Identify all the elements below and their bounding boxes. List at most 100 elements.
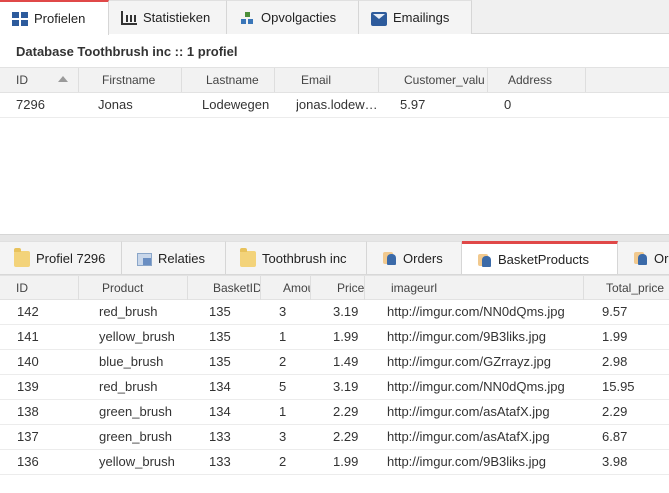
cell-email: jonas.lodew… (296, 97, 378, 112)
cell-product: yellow_brush (99, 329, 175, 344)
folder-icon (14, 248, 30, 267)
column-header-address[interactable]: Address (488, 68, 586, 92)
panel-splitter[interactable] (0, 234, 669, 241)
tab-emailings[interactable]: Emailings (359, 0, 472, 34)
column-header-basketid[interactable]: BasketID (188, 276, 261, 300)
basket-grid-header: ID Product BasketID Amou Price imageurl … (0, 275, 669, 300)
cell-product: blue_brush (99, 354, 164, 369)
cell-imageurl: http://imgur.com/9B3liks.jpg (387, 329, 546, 344)
tab-profielen[interactable]: Profielen (0, 0, 109, 35)
table-row[interactable]: 140 blue_brush 135 2 1.49 http://imgur.com/GZ… (0, 350, 669, 375)
cell-amount: 1 (279, 404, 287, 419)
top-tab-bar: Profielen Statistieken Opvolgacties Emai… (0, 0, 669, 35)
cell-price: 3.19 (333, 379, 359, 394)
cell-basketid: 134 (209, 379, 231, 394)
cell-amount: 3 (279, 429, 287, 444)
cell-basketid: 135 (209, 304, 231, 319)
table-row[interactable]: 138 green_brush 134 1 2.29 http://imgur.com/a… (0, 400, 669, 425)
table-row[interactable]: 136 yellow_brush 133 2 1.99 http://imgur.com/… (0, 450, 669, 475)
cell-address: 0 (504, 97, 512, 112)
cell-total-price: 2.29 (602, 404, 628, 419)
cell-imageurl: http://imgur.com/9B3liks.jpg (387, 454, 546, 469)
column-header-lastname[interactable]: Lastname (182, 68, 275, 92)
table-row[interactable]: 141 yellow_brush 135 1 1.99 http://imgur.com/… (0, 325, 669, 350)
column-header-imageurl[interactable]: imageurl (365, 276, 584, 300)
column-header-id[interactable]: ID (0, 276, 79, 300)
table-row[interactable]: 139 red_brush 134 5 3.19 http://imgur.com/NN0… (0, 375, 669, 400)
cell-amount: 3 (279, 304, 287, 319)
cell-price: 2.29 (333, 429, 359, 444)
grid-icon (12, 11, 28, 26)
table-row[interactable]: 137 green_brush 133 3 2.29 http://imgur.com/a… (0, 425, 669, 450)
detail-tab-bar: Profiel 7296 Relaties Toothbrush inc Ord… (0, 241, 669, 275)
cell-id: 140 (17, 354, 39, 369)
cell-total-price: 9.57 (602, 304, 628, 319)
column-header-email[interactable]: Email (275, 68, 379, 92)
cell-product: green_brush (99, 404, 172, 419)
cell-total-price: 3.98 (602, 454, 628, 469)
cell-amount: 2 (279, 354, 287, 369)
tab-statistieken[interactable]: Statistieken (109, 0, 227, 34)
tab-opvolgacties[interactable]: Opvolgacties (227, 0, 359, 34)
relations-icon (136, 250, 152, 266)
tab-toothbrush-inc[interactable]: Toothbrush inc (226, 241, 367, 274)
tab-label: Opvolgacties (261, 10, 337, 25)
table-row[interactable]: 142 red_brush 135 3 3.19 http://imgur.com/NN0… (0, 300, 669, 325)
table-row[interactable]: 7296 Jonas Lodewegen jonas.lodew… 5.97 0 (0, 93, 669, 118)
cell-amount: 5 (279, 379, 287, 394)
tab-label: Statistieken (143, 10, 211, 25)
chart-icon (121, 10, 137, 25)
column-header-price[interactable]: Price (311, 276, 365, 300)
mail-icon (371, 11, 387, 26)
cell-basketid: 133 (209, 429, 231, 444)
cell-basketid: 135 (209, 354, 231, 369)
cell-basketid: 135 (209, 329, 231, 344)
cell-product: yellow_brush (99, 454, 175, 469)
cell-product: red_brush (99, 304, 158, 319)
tab-orders[interactable]: Orders (367, 241, 462, 274)
cell-imageurl: http://imgur.com/asAtafX.jpg (387, 404, 550, 419)
cell-price: 2.29 (333, 404, 359, 419)
cell-price: 1.49 (333, 354, 359, 369)
cell-product: red_brush (99, 379, 158, 394)
cell-customer-value: 5.97 (400, 97, 426, 112)
tab-relaties[interactable]: Relaties (122, 241, 226, 274)
column-header-id[interactable]: ID (0, 68, 79, 92)
cell-amount: 1 (279, 329, 287, 344)
cell-imageurl: http://imgur.com/asAtafX.jpg (387, 429, 550, 444)
column-header-customer-value[interactable]: Customer_valu (379, 68, 488, 92)
tab-profiel[interactable]: Profiel 7296 (0, 241, 122, 274)
database-title: Database Toothbrush inc :: 1 profiel (16, 44, 238, 59)
cell-amount: 2 (279, 454, 287, 469)
cell-imageurl: http://imgur.com/GZrrayz.jpg (387, 354, 551, 369)
cell-id: 138 (17, 404, 39, 419)
tab-basketproducts[interactable]: BasketProducts (462, 241, 618, 274)
cell-basketid: 134 (209, 404, 231, 419)
column-header-product[interactable]: Product (79, 276, 188, 300)
person-icon (381, 250, 397, 266)
cell-total-price: 1.99 (602, 329, 628, 344)
cell-total-price: 6.87 (602, 429, 628, 444)
cell-id: 139 (17, 379, 39, 394)
cell-price: 3.19 (333, 304, 359, 319)
tab-label: Emailings (393, 10, 450, 25)
column-header-firstname[interactable]: Firstname (79, 68, 182, 92)
cell-product: green_brush (99, 429, 172, 444)
cell-id: 136 (17, 454, 39, 469)
tab-ord[interactable]: Ord (618, 241, 669, 274)
cell-price: 1.99 (333, 454, 359, 469)
column-header-total-price[interactable]: Total_price (584, 276, 669, 300)
cell-total-price: 15.95 (602, 379, 635, 394)
sort-ascending-icon (58, 76, 68, 82)
cell-price: 1.99 (333, 329, 359, 344)
cell-lastname: Lodewegen (202, 97, 270, 112)
folder-icon (240, 248, 256, 267)
person-icon (632, 250, 648, 266)
cell-total-price: 2.98 (602, 354, 628, 369)
cell-id: 141 (17, 329, 39, 344)
cell-imageurl: http://imgur.com/NN0dQms.jpg (387, 304, 565, 319)
column-header-amount[interactable]: Amou (261, 276, 311, 300)
cell-id: 137 (17, 429, 39, 444)
flow-icon (239, 11, 255, 25)
cell-basketid: 133 (209, 454, 231, 469)
